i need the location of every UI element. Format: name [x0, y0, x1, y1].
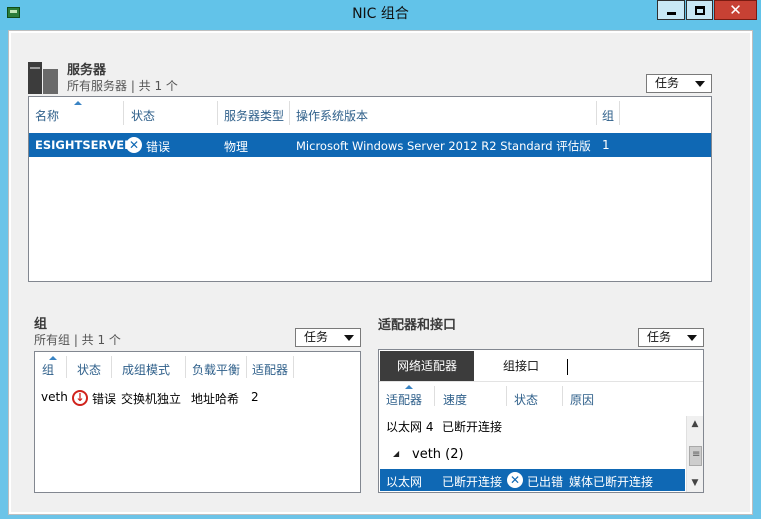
sort-ascending-icon	[74, 101, 82, 105]
adapter-name: 以太网 4	[386, 420, 434, 434]
group-status: 错误	[92, 392, 117, 406]
tab-team-interfaces[interactable]: 组接口	[479, 351, 563, 381]
servers-col-group[interactable]: 组	[602, 107, 614, 124]
server-os: Microsoft Windows Server 2012 R2 Standar…	[296, 139, 591, 153]
adapter-reason: 媒体已断开连接	[569, 475, 654, 489]
tab-divider	[567, 359, 568, 375]
adapter-status: 已出错	[527, 475, 564, 489]
tab-network-adapters[interactable]: 网络适配器	[380, 351, 474, 381]
groups-col-group[interactable]: 组	[42, 361, 54, 378]
adapters-col-status[interactable]: 状态	[514, 391, 538, 408]
close-button[interactable]: ✕	[714, 0, 757, 20]
adapters-tasks-button[interactable]: 任务	[638, 328, 704, 347]
scroll-down-icon[interactable]: ▼	[687, 475, 703, 491]
table-row[interactable]: veth ↓ 错误 交换机独立 地址哈希 2	[35, 388, 360, 408]
adapter-speed: 已断开连接	[442, 475, 503, 489]
groups-subtitle: 所有组 | 共 1 个	[34, 333, 121, 347]
chevron-down-icon	[687, 335, 697, 341]
servers-col-os[interactable]: 操作系统版本	[296, 107, 368, 124]
groups-col-balance[interactable]: 负载平衡	[192, 361, 240, 378]
table-row[interactable]: 以太网 已断开连接 ✕ 已出错 媒体已断开连接	[380, 469, 685, 491]
adapters-tasks-label: 任务	[647, 330, 672, 344]
table-row[interactable]: ESIGHTSERVER ✕ 错误 物理 Microsoft Windows S…	[29, 133, 711, 157]
window-title: NIC 组合	[352, 6, 409, 22]
chevron-down-icon	[344, 335, 354, 341]
close-icon: ✕	[729, 1, 742, 19]
group-balance: 地址哈希	[191, 392, 240, 406]
adapters-col-reason[interactable]: 原因	[570, 391, 594, 408]
server-icon	[28, 62, 58, 94]
server-type: 物理	[224, 140, 249, 154]
server-name: ESIGHTSERVER	[35, 138, 133, 152]
groups-tasks-label: 任务	[304, 330, 329, 344]
servers-col-type[interactable]: 服务器类型	[224, 107, 284, 124]
adapters-panel: 网络适配器 组接口 适配器 速度 状态 原因 以太网 4 已断开连接 ◢ vet…	[378, 349, 704, 493]
scroll-grip-icon: ≡	[692, 449, 701, 460]
adapters-col-speed[interactable]: 速度	[443, 391, 467, 408]
chevron-down-icon	[695, 81, 705, 87]
minimize-icon	[666, 12, 676, 15]
groups-col-status[interactable]: 状态	[77, 361, 101, 378]
adapters-col-adapter[interactable]: 适配器	[386, 391, 422, 408]
adapter-name: 以太网	[386, 475, 423, 489]
groups-col-adapters[interactable]: 适配器	[252, 361, 288, 378]
servers-table: 名称 状态 服务器类型 操作系统版本 组 ESIGHTSERVER ✕ 错误 物…	[28, 96, 712, 282]
scroll-up-icon[interactable]: ▲	[687, 416, 703, 432]
server-group: 1	[602, 138, 610, 152]
adapter-group-header[interactable]: ◢ veth (2)	[379, 446, 685, 466]
groups-col-mode[interactable]: 成组模式	[122, 361, 170, 378]
server-status: 错误	[146, 140, 171, 154]
sort-ascending-icon	[49, 356, 57, 360]
sort-ascending-icon	[405, 385, 413, 389]
groups-title: 组	[34, 317, 48, 332]
servers-title: 服务器	[67, 63, 107, 78]
table-row[interactable]: 以太网 4 已断开连接	[379, 416, 685, 436]
groups-tasks-button[interactable]: 任务	[295, 328, 361, 347]
groups-table: 组 状态 成组模式 负载平衡 适配器 veth ↓ 错误 交换机独立 地址哈希 …	[34, 351, 361, 493]
error-icon: ✕	[507, 472, 523, 488]
adapters-title: 适配器和接口	[378, 318, 457, 333]
scroll-thumb[interactable]: ≡	[689, 446, 702, 466]
servers-tasks-label: 任务	[655, 76, 680, 90]
group-name: veth	[41, 390, 68, 404]
adapter-speed: 已断开连接	[442, 420, 503, 434]
group-adapters: 2	[251, 390, 259, 404]
adapter-group-label: veth (2)	[412, 447, 464, 462]
error-icon: ✕	[126, 137, 142, 153]
servers-tasks-button[interactable]: 任务	[646, 74, 712, 93]
servers-col-name[interactable]: 名称	[35, 107, 59, 124]
servers-subtitle: 所有服务器 | 共 1 个	[67, 79, 178, 93]
error-down-icon: ↓	[72, 390, 88, 406]
minimize-button[interactable]	[657, 0, 685, 20]
adapters-scrollbar[interactable]: ▲ ≡ ▼	[686, 416, 703, 492]
expand-triangle-icon[interactable]: ◢	[393, 449, 399, 458]
maximize-icon	[694, 5, 705, 15]
group-mode: 交换机独立	[121, 392, 182, 406]
maximize-button[interactable]	[686, 0, 713, 20]
servers-col-status[interactable]: 状态	[131, 107, 155, 124]
